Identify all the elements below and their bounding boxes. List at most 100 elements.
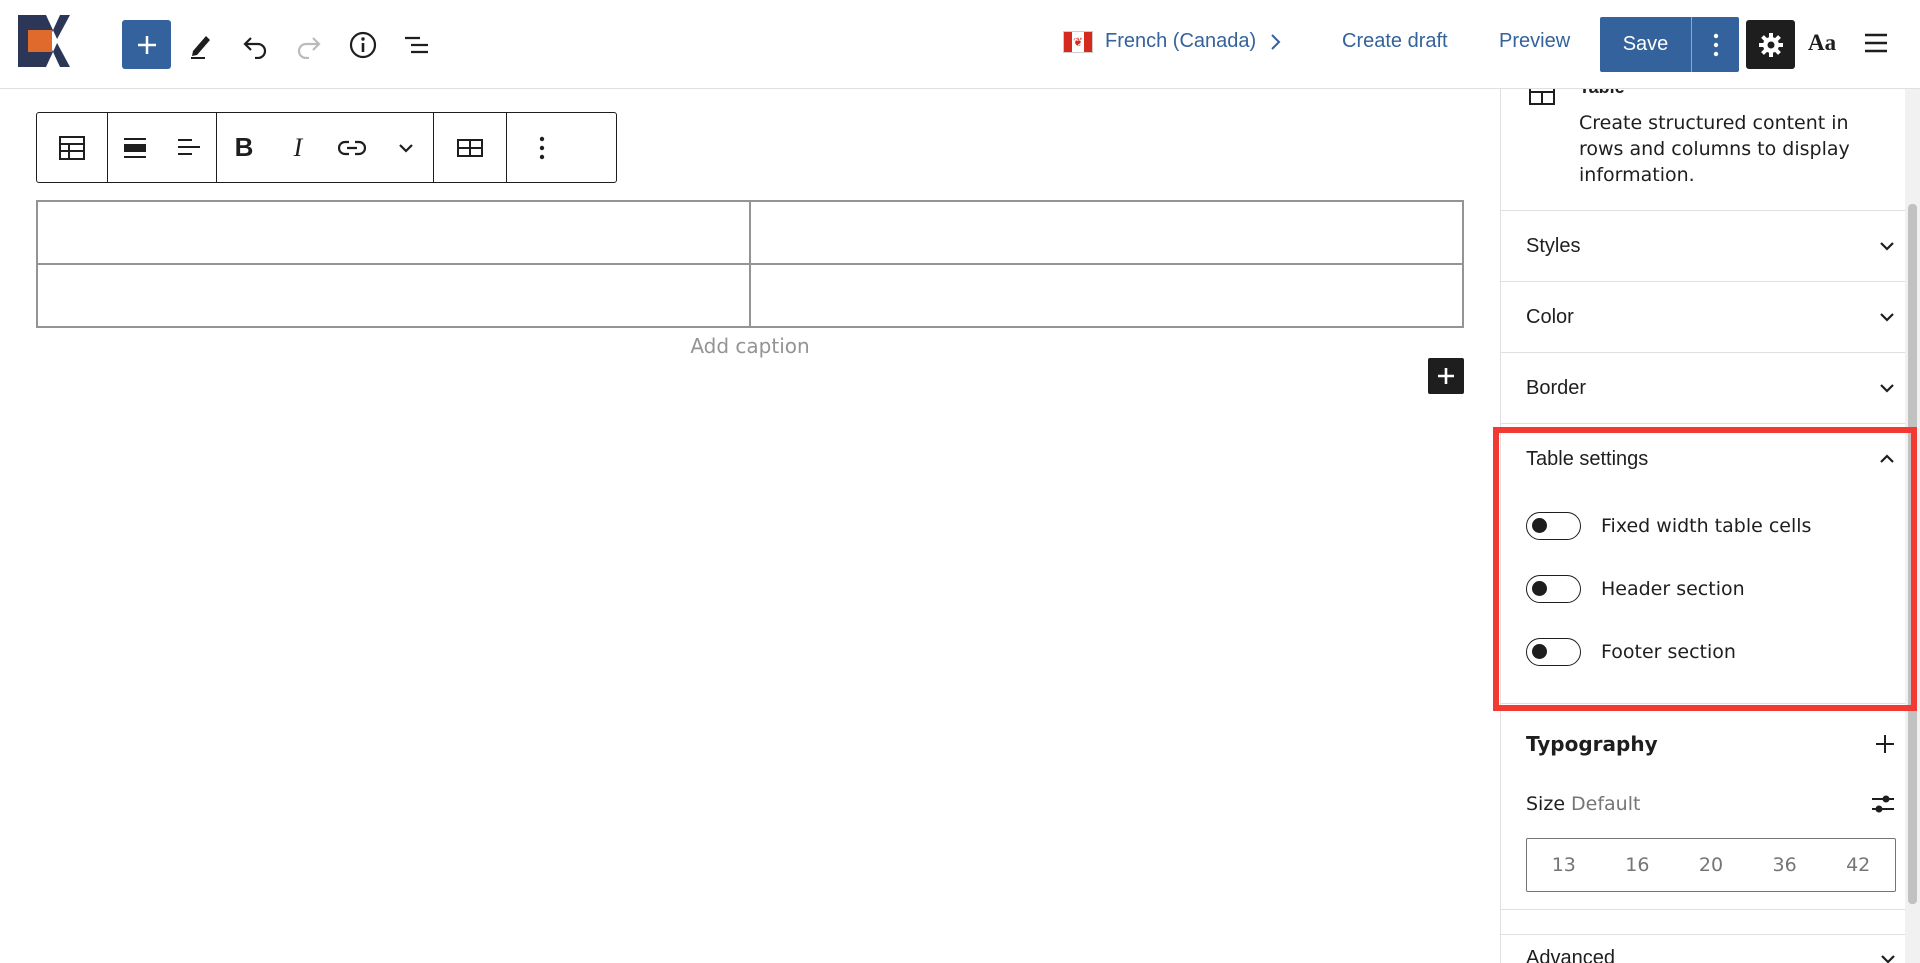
table-icon <box>59 135 85 160</box>
styles-panel-toggle[interactable]: Styles <box>1501 211 1920 281</box>
language-label: French (Canada) <box>1105 30 1257 52</box>
save-button[interactable]: Save <box>1600 33 1691 56</box>
pencil-icon <box>190 35 210 59</box>
language-switcher[interactable]: ❦ French (Canada) <box>1063 30 1282 53</box>
block-description: Create structured content in rows and co… <box>1579 112 1850 186</box>
font-size-option[interactable]: 13 <box>1552 854 1576 876</box>
block-type-button[interactable] <box>37 113 107 182</box>
preview-link[interactable]: Preview <box>1499 30 1570 53</box>
table-block[interactable]: Add caption <box>36 200 1464 358</box>
bold-button[interactable]: B <box>217 113 271 182</box>
table-settings-toggle[interactable]: Table settings <box>1501 424 1920 494</box>
more-formatting-button[interactable] <box>379 113 433 182</box>
sidebar-scrollbar[interactable] <box>1905 89 1920 963</box>
chevron-up-icon <box>1880 454 1894 463</box>
align-button[interactable] <box>108 113 162 182</box>
tools-button[interactable] <box>176 20 225 69</box>
details-button[interactable] <box>338 20 387 69</box>
settings-sidebar: Table Create structured content in rows … <box>1500 89 1920 963</box>
chevron-down-icon <box>1880 313 1894 322</box>
border-panel: Border <box>1501 353 1920 424</box>
typography-panel: Typography Size Default 13 16 20 36 42 <box>1501 704 1920 910</box>
color-panel-toggle[interactable]: Color <box>1501 282 1920 352</box>
block-toolbar: B I <box>36 112 617 183</box>
redo-button[interactable] <box>284 20 333 69</box>
color-panel: Color <box>1501 282 1920 353</box>
panel-title: Styles <box>1526 234 1581 257</box>
font-size-option[interactable]: 42 <box>1846 854 1870 876</box>
save-options-button[interactable] <box>1692 33 1739 57</box>
hamburger-icon <box>1865 33 1887 53</box>
advanced-panel-toggle[interactable]: Advanced <box>1501 934 1920 963</box>
add-block-button[interactable] <box>122 20 171 69</box>
text-align-button[interactable] <box>162 113 216 182</box>
toggle-knob <box>1532 580 1547 596</box>
block-options-button[interactable] <box>507 113 577 182</box>
list-view-button[interactable] <box>392 20 441 69</box>
scrollbar-thumb[interactable] <box>1908 204 1917 904</box>
table-caption[interactable]: Add caption <box>36 334 1464 358</box>
font-size-row: Size Default <box>1501 784 1920 824</box>
fixed-width-toggle[interactable] <box>1526 511 1581 540</box>
size-value: Default <box>1571 793 1641 815</box>
table-cell[interactable] <box>749 263 1464 328</box>
redo-icon <box>297 36 321 59</box>
plus-icon[interactable] <box>1874 733 1896 755</box>
block-switcher-group <box>37 113 108 182</box>
chevron-right-icon <box>1271 33 1281 50</box>
link-icon <box>338 140 366 155</box>
panel-title: Advanced <box>1526 947 1615 963</box>
font-size-option[interactable]: 36 <box>1772 854 1796 876</box>
panel-title: Typography <box>1526 732 1658 756</box>
table-cell[interactable] <box>36 263 751 328</box>
italic-button[interactable]: I <box>271 113 325 182</box>
styles-button[interactable]: Aa <box>1808 30 1836 56</box>
table-edit-group <box>434 113 507 182</box>
table-settings-panel: Table settings Fixed width table cells H… <box>1501 424 1920 704</box>
plus-icon <box>137 35 156 54</box>
create-draft-link[interactable]: Create draft <box>1342 30 1448 53</box>
custom-size-icon[interactable] <box>1870 792 1896 816</box>
typography-header: Typography <box>1501 704 1920 784</box>
header-section-toggle[interactable] <box>1526 574 1581 603</box>
footer-section-toggle[interactable] <box>1526 637 1581 666</box>
toggle-label: Header section <box>1601 577 1745 600</box>
styles-panel: Styles <box>1501 211 1920 282</box>
editor-canvas: B I Add caption <box>0 89 1500 963</box>
options-menu-button[interactable] <box>1862 28 1890 58</box>
font-size-picker: 13 16 20 36 42 <box>1526 838 1896 892</box>
toggle-knob <box>1532 517 1547 533</box>
chevron-down-icon <box>399 143 413 153</box>
border-panel-toggle[interactable]: Border <box>1501 353 1920 423</box>
bold-icon: B <box>234 132 254 162</box>
table-cell[interactable] <box>749 200 1464 265</box>
font-size-option[interactable]: 20 <box>1699 854 1723 876</box>
save-button-group: Save <box>1600 17 1739 72</box>
table-cell[interactable] <box>36 200 751 265</box>
kebab-menu-icon <box>1713 33 1718 56</box>
toggle-label: Fixed width table cells <box>1601 514 1812 537</box>
table-icon <box>1529 89 1555 105</box>
info-icon <box>349 31 376 58</box>
chevron-down-icon <box>1881 954 1895 963</box>
undo-button[interactable] <box>230 20 279 69</box>
canada-flag-icon: ❦ <box>1063 30 1093 53</box>
panel-title: Color <box>1526 305 1574 328</box>
block-name: Table <box>1579 89 1625 98</box>
link-button[interactable] <box>325 113 379 182</box>
edit-table-button[interactable] <box>434 113 506 182</box>
edit-table-icon <box>457 138 483 157</box>
align-left-icon <box>178 138 200 155</box>
fixed-width-toggle-row: Fixed width table cells <box>1501 494 1920 557</box>
kebab-menu-icon <box>539 136 545 159</box>
chevron-down-icon <box>1880 384 1894 393</box>
italic-icon: I <box>293 132 303 162</box>
align-full-icon <box>124 137 146 158</box>
plus-icon <box>1438 368 1454 384</box>
font-size-option[interactable]: 16 <box>1625 854 1649 876</box>
alignment-group <box>108 113 217 182</box>
header-section-toggle-row: Header section <box>1501 557 1920 620</box>
settings-button[interactable] <box>1746 20 1795 69</box>
block-inserter-button[interactable] <box>1428 358 1464 394</box>
site-logo[interactable] <box>16 13 72 69</box>
